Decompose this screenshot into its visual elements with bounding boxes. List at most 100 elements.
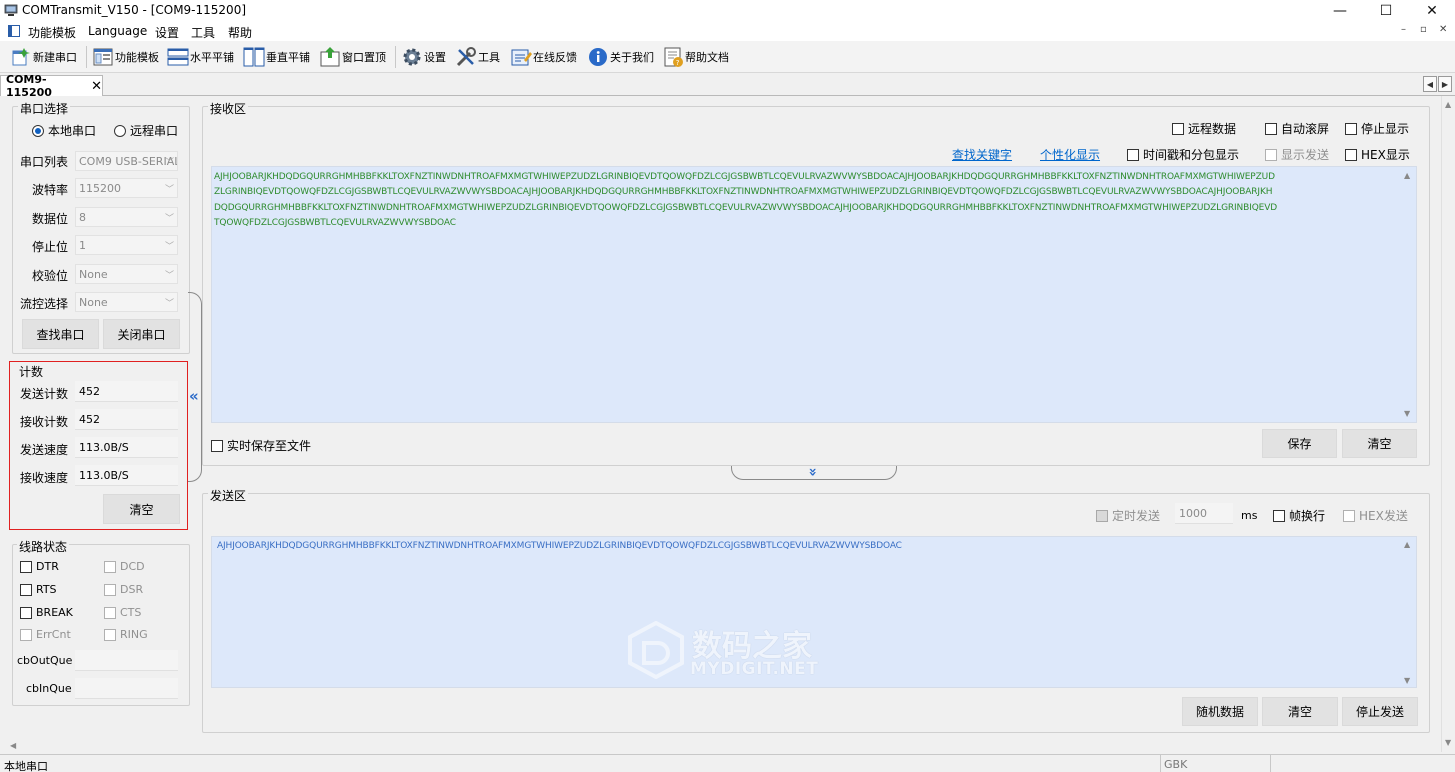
status-bar: 本地串口 GBK [0,754,1455,772]
tools-button[interactable]: 工具 [455,45,500,69]
remote-data-checkbox[interactable]: 远程数据 [1172,120,1236,137]
menu-template[interactable]: 功能模板 [28,24,76,41]
receive-textarea[interactable]: AJHJOOBARJKHDQDGQURRGHMHBBFKKLTOXFNZTINW… [211,166,1417,423]
send-scroll-down-icon[interactable]: ▼ [1404,676,1410,685]
receive-scroll-down-icon[interactable]: ▼ [1404,409,1410,418]
close-window-button[interactable]: ✕ [1409,0,1455,22]
app-icon [4,4,18,17]
pin-top-label: 窗口置顶 [342,51,386,64]
hex-send-label: HEX发送 [1359,509,1408,523]
recv-count-value: 452 [75,409,178,430]
ring-label: RING [120,628,148,641]
find-keyword-link[interactable]: 查找关键字 [952,146,1012,163]
receive-clear-button[interactable]: 清空 [1342,429,1417,458]
send-speed-value: 113.0B/S [75,437,178,458]
tools-label: 工具 [478,51,500,64]
flow-combo[interactable]: None ﹀ [75,292,178,312]
collapse-left-icon[interactable]: « [189,387,199,405]
tile-horizontal-label: 水平平铺 [190,51,234,64]
menu-language[interactable]: Language [88,24,147,38]
counter-clear-button[interactable]: 清空 [103,494,180,524]
errcnt-box [20,628,32,641]
send-title: 发送区 [208,487,249,504]
new-port-button[interactable]: 新建串口 [10,45,77,69]
collapse-down-icon[interactable]: » [805,467,821,476]
port-list-combo[interactable]: COM9 USB-SERIAL CH340﹀ [75,151,178,171]
chevron-down-icon: ﹀ [164,271,174,281]
menu-help[interactable]: 帮助 [228,24,252,41]
menu-settings[interactable]: 设置 [155,24,179,41]
tab-scroll-right-button[interactable]: ▶ [1438,76,1452,92]
parity-combo[interactable]: None ﹀ [75,264,178,284]
break-checkbox[interactable]: BREAK [20,606,73,619]
menu-tools[interactable]: 工具 [191,24,215,41]
break-box [20,606,32,619]
send-scroll-up-icon[interactable]: ▲ [1404,540,1410,549]
dcd-checkbox: DCD [104,560,145,573]
ring-checkbox: RING [104,628,148,641]
main-vertical-scrollbar[interactable]: ▲ ▼ [1441,96,1455,752]
close-port-button[interactable]: 关闭串口 [103,319,180,349]
chevron-down-icon: ﹀ [164,242,174,252]
remote-port-radio[interactable]: 远程串口 [114,122,178,139]
stopbits-combo[interactable]: 1 ﹀ [75,235,178,255]
databits-combo[interactable]: 8 ﹀ [75,207,178,227]
frame-newline-checkbox[interactable]: 帧换行 [1273,507,1325,524]
stop-display-checkbox[interactable]: 停止显示 [1345,120,1409,137]
save-to-file-label: 实时保存至文件 [227,439,312,453]
custom-display-link[interactable]: 个性化显示 [1040,146,1100,163]
maximize-button[interactable]: ☐ [1363,0,1409,22]
find-port-button[interactable]: 查找串口 [22,319,99,349]
timed-send-label: 定时发送 [1112,509,1161,523]
send-clear-button[interactable]: 清空 [1262,697,1338,726]
pin-top-button[interactable]: 窗口置顶 [319,45,386,69]
about-button[interactable]: 关于我们 [587,45,654,69]
status-encoding: GBK [1164,758,1188,771]
mdi-window-icon [8,25,20,40]
save-to-file-checkbox[interactable]: 实时保存至文件 [211,437,311,454]
minimize-button[interactable]: — [1317,0,1363,22]
scroll-left-icon[interactable]: ◀ [10,741,16,750]
timestamp-split-checkbox[interactable]: 时间戳和分包显示 [1127,146,1239,163]
settings-button[interactable]: 设置 [401,45,446,69]
tile-horizontal-button[interactable]: 水平平铺 [167,45,234,69]
interval-input[interactable]: 1000 [1175,503,1233,524]
show-send-checkbox: 显示发送 [1265,146,1329,163]
stop-send-button[interactable]: 停止发送 [1342,697,1418,726]
scroll-up-icon[interactable]: ▲ [1445,100,1451,109]
feedback-button[interactable]: 在线反馈 [510,45,577,69]
dsr-label: DSR [120,583,144,596]
main-horizontal-scrollbar[interactable]: ◀ [0,741,1441,752]
tab-close-icon[interactable]: ✕ [91,79,102,94]
local-port-label: 本地串口 [48,124,97,138]
info-icon [587,46,609,68]
send-count-value: 452 [75,381,178,402]
dcd-label: DCD [120,560,145,573]
mdi-restore-button[interactable]: ▫ [1420,24,1427,35]
receive-line: TQOWQFDZLCGJGSBWBTLCQEVULRVAZWVWYSBDOAC [214,218,456,229]
dtr-label: DTR [36,560,59,573]
receive-save-button[interactable]: 保存 [1262,429,1337,458]
local-port-radio[interactable]: 本地串口 [32,122,96,139]
help-doc-button[interactable]: ? 帮助文档 [662,45,729,69]
dtr-checkbox[interactable]: DTR [20,560,59,573]
tab-com9[interactable]: COM9-115200 ✕ [0,73,103,99]
auto-scroll-checkbox[interactable]: 自动滚屏 [1265,120,1329,137]
hex-display-checkbox[interactable]: HEX显示 [1345,146,1410,163]
rts-checkbox[interactable]: RTS [20,583,57,596]
template-button[interactable]: 功能模板 [92,45,159,69]
line-status-title: 线路状态 [17,538,70,555]
mdi-minimize-button[interactable]: – [1401,24,1406,35]
scroll-down-icon[interactable]: ▼ [1445,738,1451,747]
auto-scroll-label: 自动滚屏 [1281,122,1330,136]
receive-title: 接收区 [208,100,249,117]
mdi-close-button[interactable]: ✕ [1439,24,1447,35]
random-data-button[interactable]: 随机数据 [1182,697,1258,726]
timestamp-split-label: 时间戳和分包显示 [1143,148,1240,162]
tab-scroll-left-button[interactable]: ◀ [1423,76,1437,92]
rts-box [20,583,32,596]
status-divider [1270,755,1271,772]
baud-combo[interactable]: 115200 ﹀ [75,178,178,198]
receive-scroll-up-icon[interactable]: ▲ [1404,171,1410,180]
tile-vertical-button[interactable]: 垂直平铺 [243,45,310,69]
